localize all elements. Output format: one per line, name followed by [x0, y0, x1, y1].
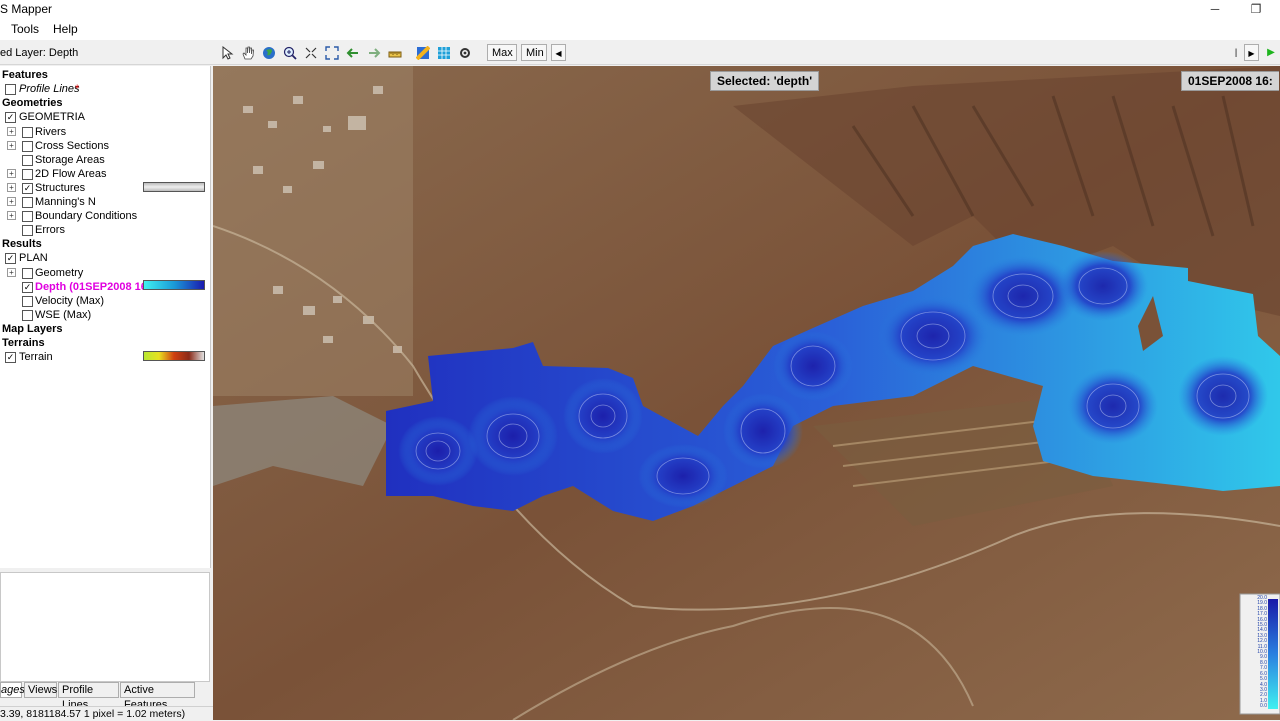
profile-lines-checkbox[interactable]	[5, 84, 16, 95]
plan-layer-checkbox[interactable]	[22, 267, 33, 279]
geometry-layer-label: Errors	[35, 224, 65, 237]
expand-icon[interactable]: +	[7, 126, 16, 136]
geometry-layer-label: Boundary Conditions	[35, 210, 138, 223]
geometry-layer-checkbox[interactable]	[22, 154, 33, 166]
geometry-layer-checkbox[interactable]	[22, 168, 33, 180]
plan-layer-checkbox[interactable]	[22, 309, 33, 321]
toolbar: ed Layer: Depth Max Min ◀ | ▶ ▶	[0, 42, 1280, 65]
geometry-layer-checkbox[interactable]	[22, 126, 33, 138]
tab-views[interactable]: Views	[24, 682, 57, 698]
layer-tree: Features Profile Lines * Geometries ✓ GE…	[0, 66, 211, 568]
grid-icon[interactable]	[435, 44, 453, 62]
plan-checkbox[interactable]: ✓	[5, 253, 16, 264]
depth-legend: 20.0 19.0 18.0 17.0 16.0 15.0 14.0 13.0 12.0 11.0…	[1243, 595, 1267, 710]
geometria-label: GEOMETRIA	[19, 111, 86, 123]
prev-step-button[interactable]: ◀	[551, 44, 566, 61]
geometry-layer-checkbox[interactable]: ✓	[22, 182, 33, 194]
expand-icon[interactable]: +	[7, 267, 16, 277]
geometry-layer-label: Manning's N	[35, 196, 96, 208]
globe-icon[interactable]	[260, 44, 278, 62]
plan-label: PLAN	[19, 252, 48, 264]
terrain-legend-swatch	[143, 351, 205, 361]
legend-tick-label: 0.0	[1260, 703, 1267, 710]
menu-bar: Tools Help	[0, 18, 1280, 40]
minimize-button[interactable]: ─	[1200, 0, 1230, 18]
forward-arrow-icon[interactable]	[365, 44, 383, 62]
zoom-full-icon[interactable]	[302, 44, 320, 62]
zoom-extents-icon[interactable]	[323, 44, 341, 62]
time-slider-end[interactable]: |	[1231, 44, 1241, 61]
selected-layer-label: ed Layer: Depth	[0, 47, 79, 59]
maximize-button[interactable]: ❐	[1241, 0, 1271, 18]
profile-lines-label: Profile Lines	[19, 83, 80, 95]
geometry-layer-checkbox[interactable]	[22, 197, 33, 208]
geometry-layer-checkbox[interactable]	[22, 140, 33, 152]
expand-icon[interactable]: +	[7, 140, 16, 150]
geometry-layer-label: Structures	[35, 181, 86, 194]
min-button[interactable]: Min	[521, 44, 547, 61]
tab-profile-lines[interactable]: Profile Lines	[58, 682, 119, 711]
expand-icon[interactable]: +	[7, 182, 16, 192]
settings-icon[interactable]	[456, 44, 474, 62]
geometry-layer-label: Rivers	[35, 125, 67, 138]
terrain-checkbox[interactable]: ✓	[5, 352, 16, 363]
title-bar: S Mapper ─ ❐	[0, 0, 1280, 18]
zoom-in-icon[interactable]	[281, 44, 299, 62]
terrain-label: Terrain	[19, 351, 53, 363]
depth-legend-swatch	[143, 280, 205, 290]
expand-icon[interactable]: +	[7, 211, 16, 221]
timestamp-overlay: 01SEP2008 16:	[1181, 71, 1279, 91]
tab-layers[interactable]: ages	[0, 682, 25, 698]
window-title: S Mapper	[0, 2, 53, 16]
geometry-layer-checkbox[interactable]	[22, 225, 33, 237]
back-arrow-icon[interactable]	[344, 44, 362, 62]
pan-hand-icon[interactable]	[239, 44, 257, 62]
status-coordinates: 3.39, 8181184.57 1 pixel = 1.02 meters)	[0, 708, 186, 720]
geometry-layer-label: Cross Sections	[35, 139, 109, 152]
terrain-imagery	[213, 66, 1280, 720]
measure-icon[interactable]	[386, 44, 404, 62]
selected-layer-overlay: Selected: 'depth'	[710, 71, 820, 91]
layer-color-icon[interactable]	[414, 44, 432, 62]
expand-icon[interactable]: +	[7, 168, 16, 178]
menu-tools[interactable]: Tools	[11, 22, 39, 36]
play-button[interactable]: ▶	[1264, 44, 1278, 61]
max-button[interactable]: Max	[487, 44, 517, 61]
profile-lines-modified-marker: *	[75, 83, 80, 95]
plan-layer-checkbox[interactable]	[22, 295, 33, 307]
plan-layer-label: Velocity (Max)	[35, 294, 105, 307]
plan-layer-checkbox[interactable]: ✓	[22, 281, 33, 293]
geometria-checkbox[interactable]: ✓	[5, 112, 16, 123]
plan-layer-label: Depth (01SEP2008 16	[35, 280, 147, 293]
plan-layer-label: Geometry	[35, 266, 84, 279]
expand-icon[interactable]: +	[7, 197, 16, 206]
geometry-layer-label: Storage Areas	[35, 153, 105, 166]
geometry-layer-label: 2D Flow Areas	[35, 167, 107, 180]
plan-layer-label: WSE (Max)	[35, 308, 92, 321]
structures-legend-swatch	[143, 182, 205, 192]
panel-tabs: ages Views Profile Lines Active Features	[0, 682, 212, 711]
next-step-button[interactable]: ▶	[1244, 44, 1259, 61]
info-pane	[0, 572, 210, 682]
pointer-icon[interactable]	[218, 44, 236, 62]
tab-active-features[interactable]: Active Features	[120, 682, 195, 711]
map-canvas[interactable]: 20.0 19.0 18.0 17.0 16.0 15.0 14.0 13.0 12.0 11.0…	[213, 66, 1280, 720]
geometry-layer-checkbox[interactable]	[22, 211, 33, 223]
menu-help[interactable]: Help	[53, 22, 78, 36]
